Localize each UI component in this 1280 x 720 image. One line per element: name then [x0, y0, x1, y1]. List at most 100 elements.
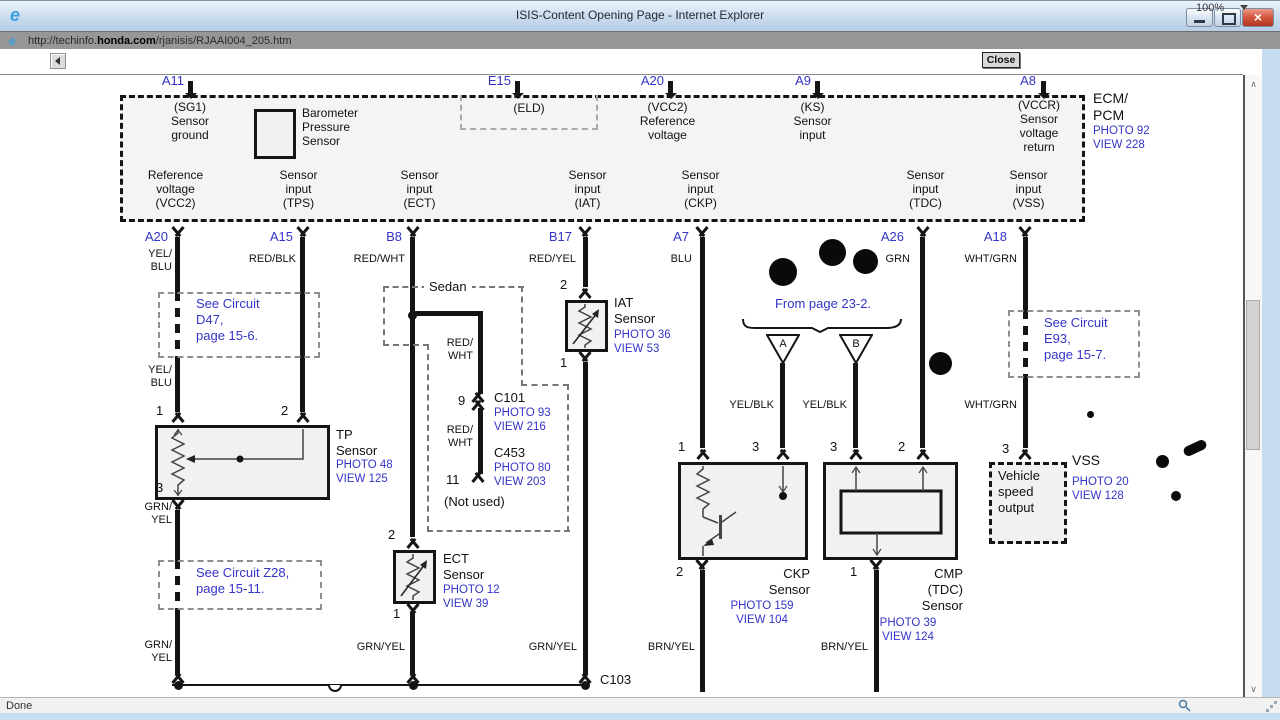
pin-chevron: [694, 560, 710, 570]
pin-number: 1: [560, 355, 568, 370]
window-frame-bottom: [0, 713, 1280, 720]
scroll-down-icon[interactable]: ∨: [1245, 681, 1262, 697]
ie-page-icon: e: [9, 34, 16, 48]
pin-id-a20[interactable]: A20: [122, 229, 168, 244]
wire-label: YEL/ BLU: [148, 364, 172, 389]
close-icon: ×: [1253, 9, 1263, 25]
see-circuit-d47-link[interactable]: See Circuit D47, page 15-6.: [196, 296, 260, 344]
pin-number: 9: [458, 393, 466, 408]
cmp-photo-link[interactable]: PHOTO 39: [858, 617, 958, 631]
pin-id-a26[interactable]: A26: [858, 229, 904, 244]
pin-chevron: [405, 604, 421, 614]
wire-branch-lower: [478, 408, 483, 474]
close-window-button[interactable]: ×: [1242, 8, 1274, 27]
ecm-photo-link[interactable]: PHOTO 92: [1093, 125, 1150, 139]
pin-number: 2: [388, 527, 396, 542]
wire-a7: [700, 237, 705, 448]
ecm-label-ks: (KS) Sensor input: [793, 100, 832, 143]
pin-chevron: [1017, 449, 1033, 459]
artifact-dot: [769, 258, 797, 286]
from-page-link[interactable]: From page 23-2.: [738, 296, 908, 312]
brace-icon: [742, 318, 902, 334]
pin-id-a20-top[interactable]: A20: [620, 73, 664, 88]
iat-photo-link[interactable]: PHOTO 36: [614, 329, 671, 343]
close-page-button[interactable]: Close: [982, 52, 1020, 68]
cmp-view-link[interactable]: VIEW 124: [858, 631, 958, 645]
vss-view-link[interactable]: VIEW 128: [1072, 490, 1124, 504]
ecm-pcm-title: ECM/ PCM: [1093, 90, 1128, 124]
c453-view-link[interactable]: VIEW 203: [494, 476, 546, 490]
wire-label: WHT/GRN: [964, 253, 1017, 265]
maximize-icon: [1222, 13, 1236, 25]
tp-view-link[interactable]: VIEW 125: [336, 473, 388, 487]
iat-view-link[interactable]: VIEW 53: [614, 343, 659, 357]
ckp-view-link[interactable]: VIEW 104: [714, 614, 810, 628]
see-circuit-e93-link[interactable]: See Circuit E93, page 15-7.: [1044, 315, 1108, 363]
ckp-photo-link[interactable]: PHOTO 159: [714, 600, 810, 614]
wire-b17: [583, 237, 588, 287]
scrollbar-thumb[interactable]: [1246, 300, 1260, 450]
triangle-a-icon: A: [766, 334, 800, 364]
c101-view-link[interactable]: VIEW 216: [494, 421, 546, 435]
pin-chevron: [848, 449, 864, 459]
resize-grip[interactable]: [1266, 709, 1269, 712]
ecm-view-link[interactable]: VIEW 228: [1093, 139, 1145, 153]
pin-chevron: [170, 412, 186, 422]
ect-photo-link[interactable]: PHOTO 12: [443, 584, 500, 598]
c101-photo-link[interactable]: PHOTO 93: [494, 407, 551, 421]
url-path: /rjanisis/RJAAI004_205.htm: [155, 35, 292, 47]
not-used-label: (Not used): [444, 494, 505, 509]
wire-label: GRN/YEL: [528, 641, 577, 653]
pin-chevron: [295, 227, 311, 237]
ect-view-link[interactable]: VIEW 39: [443, 598, 488, 612]
ecm-label-vccr: (VCCR) Sensor voltage return: [1018, 98, 1060, 155]
pin-id-e15[interactable]: E15: [467, 73, 511, 88]
back-button[interactable]: [50, 53, 66, 69]
wire-label: BLU: [670, 253, 692, 265]
wire-tp-out: [175, 610, 180, 674]
wire-label: RED/WHT: [353, 253, 405, 265]
pin-chevron: [170, 227, 186, 237]
wire-label: GRN/ YEL: [144, 501, 173, 526]
pin-id-a15[interactable]: A15: [247, 229, 293, 244]
barometer-sensor-label: Barometer Pressure Sensor: [302, 106, 359, 149]
zoom-dropdown-icon[interactable]: [1240, 5, 1248, 10]
pin-id-a9[interactable]: A9: [769, 73, 811, 88]
wire-label: GRN/ YEL: [144, 639, 173, 664]
pin-id-a11[interactable]: A11: [140, 73, 184, 88]
artifact-dot: [819, 239, 846, 266]
pin-number: 1: [393, 606, 401, 621]
pin-number: 1: [850, 564, 858, 579]
title-bar[interactable]: e ISIS-Content Opening Page - Internet E…: [0, 0, 1280, 31]
connector-chevron: [470, 472, 486, 482]
pin-chevron: [775, 449, 791, 459]
zoom-level[interactable]: 100%: [1196, 2, 1224, 14]
scroll-up-icon[interactable]: ∧: [1245, 76, 1262, 92]
vss-photo-link[interactable]: PHOTO 20: [1072, 476, 1129, 490]
wire-a18: [1023, 378, 1028, 448]
pin-id-b8[interactable]: B8: [356, 229, 402, 244]
wire-label: YEL/BLK: [802, 399, 847, 411]
pin-id-b17[interactable]: B17: [526, 229, 572, 244]
see-circuit-z28-link[interactable]: See Circuit Z28, page 15-11.: [196, 565, 289, 597]
window-title: ISIS-Content Opening Page - Internet Exp…: [515, 8, 765, 22]
tp-photo-link[interactable]: PHOTO 48: [336, 459, 393, 473]
c453-photo-link[interactable]: PHOTO 80: [494, 462, 551, 476]
pin-id-a18[interactable]: A18: [961, 229, 1007, 244]
window-frame: [1262, 49, 1280, 713]
pin-id-a8[interactable]: A8: [994, 73, 1036, 88]
wire-label: YEL/BLK: [729, 399, 774, 411]
url-text[interactable]: http://techinfo.honda.com/rjanisis/RJAAI…: [28, 35, 292, 47]
wire-b8: [410, 237, 415, 537]
page-toolbar: Close: [0, 49, 1280, 74]
triangle-b-letter: B: [852, 338, 859, 350]
wire-label: WHT/GRN: [964, 399, 1017, 411]
address-bar[interactable]: e http://techinfo.honda.com/rjanisis/RJA…: [0, 31, 1280, 49]
url-pre: http://techinfo.: [28, 35, 98, 47]
wire-a18: [1023, 237, 1028, 310]
artifact-dot: [1156, 455, 1169, 468]
pin-id-a7[interactable]: A7: [643, 229, 689, 244]
pin-number: 1: [678, 439, 686, 454]
barometer-sensor-box: [254, 109, 296, 159]
pin-terminal-a8: [1037, 81, 1050, 99]
